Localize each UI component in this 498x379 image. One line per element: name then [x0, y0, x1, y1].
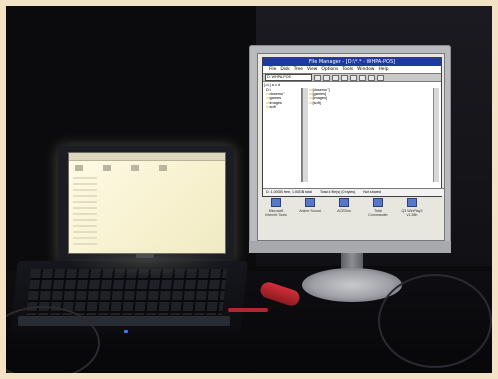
drive-select[interactable]: D: WHPA-POS: [265, 74, 312, 81]
room-scene: File Manager - [D:\*.* - WHPA-POS] File …: [6, 6, 492, 373]
program-group-icon: [373, 198, 383, 207]
laptop-screen: [68, 152, 226, 254]
file-manager-menu: File Disk Tree View Options Tools Window…: [263, 66, 441, 74]
file-manager-body: [-d-] a c d D:\ dosemu" games images sof…: [263, 82, 441, 186]
desktop-icon-label: ACEDos: [337, 209, 351, 213]
tree-item[interactable]: soft: [266, 105, 301, 109]
cable: [378, 274, 492, 368]
menu-tools[interactable]: Tools: [342, 66, 353, 73]
file-item[interactable]: [soft]: [309, 101, 423, 105]
file-manager-toolbar: D: WHPA-POS: [263, 74, 441, 82]
menu-file[interactable]: File: [269, 66, 276, 73]
program-group-icon: [305, 198, 315, 207]
monitor-bezel: [249, 241, 451, 253]
laptop-icon: [131, 165, 139, 171]
laptop-icon: [103, 165, 111, 171]
program-manager-icons: Microsoft Internet Tools Anime Sound ACE…: [258, 198, 444, 238]
menu-window[interactable]: Window: [357, 66, 374, 73]
laptop-icon: [159, 165, 167, 171]
red-cable: [228, 308, 268, 312]
desktop-icon[interactable]: ACEDos: [332, 198, 356, 238]
photo-frame: File Manager - [D:\*.* - WHPA-POS] File …: [6, 6, 492, 373]
monitor: File Manager - [D:\*.* - WHPA-POS] File …: [249, 45, 451, 253]
menu-options[interactable]: Options: [321, 66, 338, 73]
toolbar-button[interactable]: [323, 74, 330, 81]
status-total-files: Total 4 file(s) (0 bytes): [319, 190, 356, 194]
toolbar-button[interactable]: [314, 74, 321, 81]
toolbar-button[interactable]: [332, 74, 339, 81]
toolbar-button[interactable]: [368, 74, 375, 81]
toolbar-button[interactable]: [377, 74, 384, 81]
laptop-icon: [75, 165, 83, 171]
desktop-icon[interactable]: Microsoft Internet Tools: [264, 198, 288, 238]
toolbar-button[interactable]: [359, 74, 366, 81]
desktop-icon-label: Anime Sound: [299, 209, 321, 213]
laptop-window-titlebar: [69, 153, 225, 161]
laptop-desktop-icons: [75, 165, 175, 175]
desktop-icon-label: Q3 WinPlay3 v1.36b: [401, 209, 423, 217]
toolbar-button[interactable]: [350, 74, 357, 81]
file-manager-title: File Manager - [D:\*.* - WHPA-POS]: [263, 58, 441, 66]
program-group-icon: [339, 198, 349, 207]
monitor-screen: File Manager - [D:\*.* - WHPA-POS] File …: [257, 53, 445, 241]
status-bar: D: 1.00GB free, 1.00GB total Total 4 fil…: [263, 188, 444, 196]
program-group-icon: [407, 198, 417, 207]
program-group-icon: [271, 198, 281, 207]
desktop-icon[interactable]: Anime Sound: [298, 198, 322, 238]
desktop-icon[interactable]: Q3 WinPlay3 v1.36b: [400, 198, 424, 238]
file-list: [dosemu"] [games] [images] [soft]: [307, 88, 423, 182]
desktop-icon[interactable]: Total Commander: [366, 198, 390, 238]
screen-glare: [66, 246, 226, 276]
menu-help[interactable]: Help: [378, 66, 388, 73]
menu-disk[interactable]: Disk: [280, 66, 289, 73]
laptop-sidebar: [73, 177, 97, 247]
status-shared: Not shared: [363, 190, 381, 194]
toolbar-button[interactable]: [341, 74, 348, 81]
desktop-icon-label: Microsoft Internet Tools: [265, 209, 287, 217]
file-list-scrollbar[interactable]: [433, 88, 439, 182]
directory-tree: D:\ dosemu" games images soft: [264, 88, 302, 182]
desktop-icon-label: Total Commander: [368, 209, 388, 217]
menu-view[interactable]: View: [307, 66, 317, 73]
file-manager-window: File Manager - [D:\*.* - WHPA-POS] File …: [262, 57, 444, 197]
laptop-led-icon: [124, 330, 128, 333]
status-free-space: D: 1.00GB free, 1.00GB total: [266, 190, 312, 194]
menu-tree[interactable]: Tree: [294, 66, 303, 73]
